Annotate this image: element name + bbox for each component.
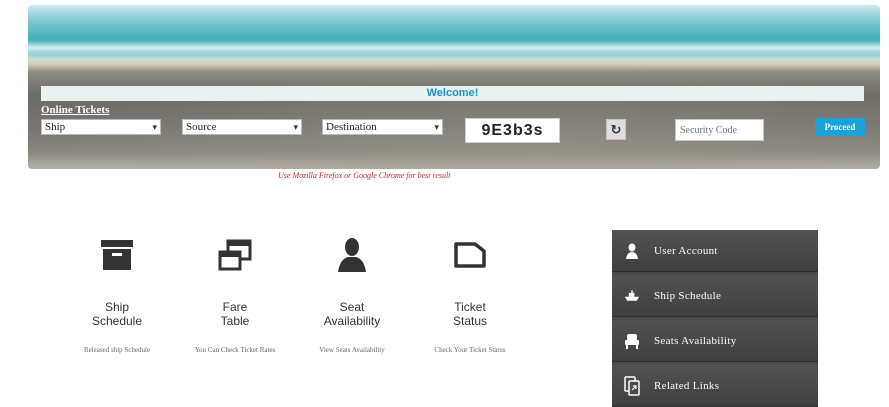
welcome-bar: Welcome! bbox=[41, 86, 864, 101]
source-select-value: Source bbox=[186, 121, 217, 133]
sidebar-item-ship-schedule[interactable]: Ship Schedule bbox=[612, 275, 818, 317]
feature-description: View Seats Availability bbox=[319, 346, 385, 354]
captcha-image: 9E3b3s bbox=[465, 118, 560, 143]
proceed-button[interactable]: Proceed bbox=[815, 118, 865, 136]
sidebar-menu: User Account Ship Schedule Seats Availab… bbox=[612, 230, 818, 407]
feature-description: Check Your Ticket Status bbox=[434, 346, 506, 354]
feature-ticket-status[interactable]: Ticket Status Check Your Ticket Status bbox=[410, 230, 530, 354]
feature-fare-table[interactable]: Fare Table You Can Check Ticket Rates bbox=[175, 230, 295, 354]
sidebar-item-label: Ship Schedule bbox=[654, 289, 722, 302]
chevron-down-icon: ▾ bbox=[152, 123, 157, 133]
feature-description: You Can Check Ticket Rates bbox=[194, 346, 276, 354]
seat-icon bbox=[624, 332, 640, 350]
security-code-input[interactable] bbox=[675, 119, 764, 141]
destination-select-value: Destination bbox=[326, 121, 377, 133]
feature-title-line2: Schedule bbox=[91, 314, 143, 328]
chevron-down-icon: ▾ bbox=[434, 123, 439, 133]
banner-foam bbox=[28, 41, 880, 55]
sidebar-item-related-links[interactable]: Related Links bbox=[612, 365, 818, 407]
sidebar-item-label: Related Links bbox=[654, 379, 720, 392]
ship-select-value: Ship bbox=[45, 121, 66, 133]
sidebar-item-seats-availability[interactable]: Seats Availability bbox=[612, 320, 818, 362]
link-icon bbox=[624, 375, 640, 396]
folder-icon bbox=[410, 230, 530, 280]
online-tickets-title[interactable]: Online Tickets bbox=[41, 104, 109, 116]
feature-description: Released ship Schedule bbox=[83, 346, 151, 354]
user-icon bbox=[624, 242, 640, 260]
source-select[interactable]: Source ▾ bbox=[182, 119, 302, 135]
destination-select[interactable]: Destination ▾ bbox=[322, 119, 443, 135]
sidebar-item-label: User Account bbox=[654, 244, 718, 257]
feature-title-line1: Ticket bbox=[454, 300, 486, 314]
feature-seat-availability[interactable]: Seat Availability View Seats Availability bbox=[292, 230, 412, 354]
feature-title-line1: Ship bbox=[104, 300, 130, 314]
sidebar-item-user-account[interactable]: User Account bbox=[612, 230, 818, 272]
feature-title-line1: Seat bbox=[339, 300, 365, 314]
user-icon bbox=[292, 230, 412, 280]
windows-icon bbox=[175, 230, 295, 280]
archive-box-icon bbox=[57, 230, 177, 280]
feature-title-line1: Fare bbox=[222, 300, 248, 314]
feature-title-line2: Status bbox=[452, 314, 488, 328]
feature-title-line2: Table bbox=[220, 314, 250, 328]
feature-title-line2: Availability bbox=[323, 314, 381, 328]
browser-hint: Use Mozilla Firefox or Google Chrome for… bbox=[278, 171, 451, 180]
chevron-down-icon: ▾ bbox=[293, 123, 298, 133]
refresh-icon: ↻ bbox=[610, 123, 622, 138]
ship-select[interactable]: Ship ▾ bbox=[41, 119, 161, 135]
feature-ship-schedule[interactable]: Ship Schedule Released ship Schedule bbox=[57, 230, 177, 354]
sidebar-item-label: Seats Availability bbox=[654, 334, 737, 347]
banner-sand bbox=[28, 63, 880, 169]
refresh-captcha-button[interactable]: ↻ bbox=[606, 119, 626, 140]
ship-icon bbox=[624, 287, 640, 305]
